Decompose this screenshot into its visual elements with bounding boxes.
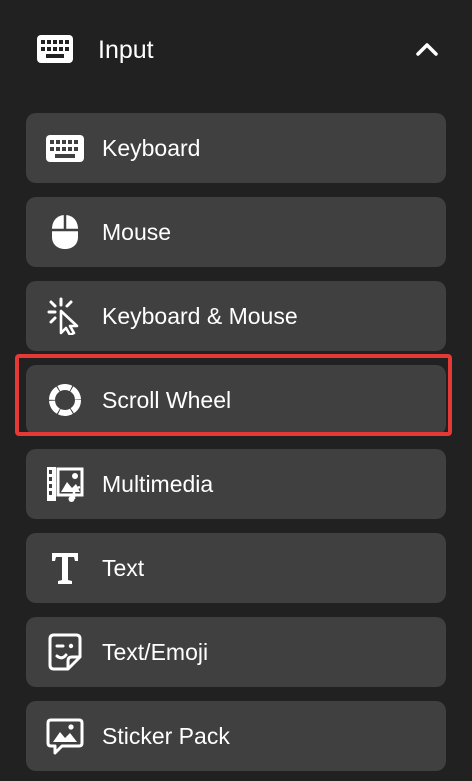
menu-item-scroll-wheel[interactable]: Scroll Wheel bbox=[26, 365, 446, 435]
keyboard-icon bbox=[36, 33, 74, 65]
menu-item-text-emoji[interactable]: Text/Emoji bbox=[26, 617, 446, 687]
chevron-up-icon[interactable] bbox=[414, 38, 440, 60]
keyboard-icon bbox=[44, 129, 86, 167]
menu-item-label: Sticker Pack bbox=[102, 723, 230, 749]
menu-item-mouse[interactable]: Mouse bbox=[26, 197, 446, 267]
menu-item-text[interactable]: Text bbox=[26, 533, 446, 603]
menu-item-label: Keyboard & Mouse bbox=[102, 303, 298, 329]
text-icon bbox=[44, 549, 86, 587]
section-title: Input bbox=[98, 36, 154, 64]
menu-item-label: Text bbox=[102, 555, 145, 581]
menu-item-multimedia[interactable]: Multimedia bbox=[26, 449, 446, 519]
menu-item-label: Scroll Wheel bbox=[102, 387, 232, 413]
menu-item-keyboard-and-mouse[interactable]: Keyboard & Mouse bbox=[26, 281, 446, 351]
menu-item-label: Text/Emoji bbox=[102, 639, 209, 665]
emoji-icon bbox=[44, 633, 86, 671]
sticker-pack-icon bbox=[44, 717, 86, 755]
menu-item-keyboard[interactable]: Keyboard bbox=[26, 113, 446, 183]
mouse-icon bbox=[44, 213, 86, 251]
input-section-header[interactable]: Input bbox=[0, 0, 472, 98]
multimedia-icon bbox=[44, 465, 86, 503]
scroll-wheel-icon bbox=[44, 381, 86, 419]
menu-item-label: Multimedia bbox=[102, 471, 214, 497]
click-cursor-icon bbox=[44, 297, 86, 335]
input-category-panel: Input Keyboard Mouse Keyboard & Mouse Sc… bbox=[0, 0, 472, 781]
menu-item-label: Mouse bbox=[102, 219, 172, 245]
menu-item-sticker-pack[interactable]: Sticker Pack bbox=[26, 701, 446, 771]
menu-item-label: Keyboard bbox=[102, 135, 201, 161]
